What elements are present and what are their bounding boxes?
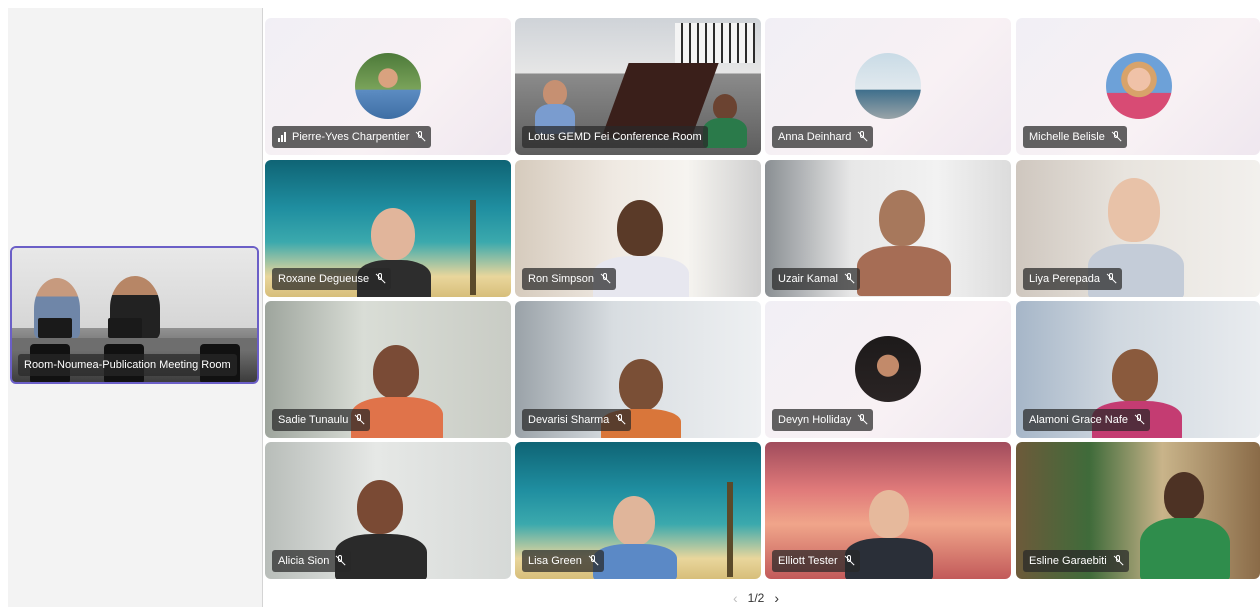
participant-name: Esline Garaebiti [1029,555,1107,567]
participant-name-label: Michelle Belisle [1023,126,1127,148]
participant-tile[interactable]: Pierre-Yves Charpentier [265,18,511,155]
participant-tile[interactable]: Sadie Tunaulu [265,301,511,438]
participant-figure [879,190,925,246]
mic-off-icon [600,273,610,285]
participant-name-label: Ron Simpson [522,268,617,290]
mic-off-icon [375,273,385,285]
avatar [1106,53,1172,119]
wall-posters [675,23,755,63]
participant-name-label: Lotus GEMD Fei Conference Room [522,126,708,148]
laptop [38,318,72,338]
participant-tile[interactable]: Uzair Kamal [765,160,1011,297]
participant-name-label: Pierre-Yves Charpentier [272,126,432,148]
participant-name: Michelle Belisle [1029,131,1105,143]
participant-tile[interactable]: Devyn Holliday [765,301,1011,438]
mic-off-icon [1113,555,1123,567]
palm-tree [727,482,733,577]
participant-name-label: Alicia Sion [272,550,352,572]
participant-tile[interactable]: Elliott Tester [765,442,1011,579]
mic-off-icon [335,555,345,567]
participant-tile[interactable]: Liya Perepada [1016,160,1260,297]
participant-tile[interactable]: Anna Deinhard [765,18,1011,155]
participant-name-label: Devyn Holliday [772,409,874,431]
participant-figure [617,200,663,256]
participant-name: Lotus GEMD Fei Conference Room [528,131,702,143]
chevron-right-icon[interactable]: › [774,590,779,606]
participant-tile[interactable]: Ron Simpson [515,160,761,297]
participant-name-label: Liya Perepada [1023,268,1122,290]
mic-off-icon [844,555,854,567]
signal-bars-icon [278,132,286,142]
participant-name-label: Roxane Degueuse [272,268,392,290]
participant-figure [613,496,655,546]
participant-figure [713,94,737,120]
participant-figure [1164,472,1204,520]
avatar [855,336,921,402]
participant-name-label: Alamoni Grace Nafe [1023,409,1151,431]
participant-figure [703,118,747,148]
participant-name-label: Lisa Green [522,550,604,572]
participant-name: Sadie Tunaulu [278,414,349,426]
participant-figure [543,80,567,106]
participant-name: Anna Deinhard [778,131,852,143]
participant-name: Roxane Degueuse [278,273,370,285]
participant-name-label: Elliott Tester [772,550,860,572]
spotlight-name: Room-Noumea-Publication Meeting Room [24,359,231,371]
participant-figure [869,490,909,538]
participant-name: Lisa Green [528,555,582,567]
mic-off-icon [857,131,867,143]
chevron-left-icon[interactable]: ‹ [733,590,738,606]
spotlight-video-tile[interactable]: Room-Noumea-Publication Meeting Room [10,246,259,384]
participant-figure [1140,518,1230,579]
pagination: ‹ 1/2 › [733,588,779,608]
participant-figure [619,359,663,411]
participant-tile[interactable]: Devarisi Sharma [515,301,761,438]
participant-tile[interactable]: Alicia Sion [265,442,511,579]
participant-name: Devyn Holliday [778,414,852,426]
participant-tile[interactable]: Alamoni Grace Nafe [1016,301,1260,438]
participant-name: Liya Perepada [1029,273,1100,285]
participant-tile[interactable]: Lotus GEMD Fei Conference Room [515,18,761,155]
participant-tile[interactable]: Lisa Green [515,442,761,579]
participant-tile[interactable]: Michelle Belisle [1016,18,1260,155]
participant-name: Pierre-Yves Charpentier [292,131,410,143]
participant-tile[interactable]: Esline Garaebiti [1016,442,1260,579]
mic-off-icon [415,131,425,143]
avatar [855,53,921,119]
mic-off-icon [354,414,364,426]
participant-figure [857,246,951,296]
participant-name-label: Devarisi Sharma [522,409,632,431]
participant-tile[interactable]: Roxane Degueuse [265,160,511,297]
mic-off-icon [1134,414,1144,426]
participant-name: Ron Simpson [528,273,595,285]
participant-name: Alicia Sion [278,555,330,567]
participant-name: Uzair Kamal [778,273,838,285]
palm-tree [470,200,476,295]
mic-off-icon [1106,273,1116,285]
spotlight-name-label: Room-Noumea-Publication Meeting Room [18,354,237,376]
mic-off-icon [1111,131,1121,143]
participant-name-label: Uzair Kamal [772,268,860,290]
participant-name-label: Sadie Tunaulu [272,409,371,431]
participant-figure [373,345,419,399]
participant-figure [1108,178,1160,242]
laptop [108,318,142,338]
participant-name: Alamoni Grace Nafe [1029,414,1129,426]
participant-figure [593,544,677,579]
participant-figure [1112,349,1158,403]
mic-off-icon [588,555,598,567]
pane-divider [262,8,263,607]
participant-name-label: Esline Garaebiti [1023,550,1129,572]
mic-off-icon [615,414,625,426]
mic-off-icon [844,273,854,285]
participant-figure [357,480,403,534]
mic-off-icon [857,414,867,426]
participant-figure [371,208,415,260]
page-indicator: 1/2 [747,591,765,605]
participant-name-label: Anna Deinhard [772,126,874,148]
participant-name: Elliott Tester [778,555,838,567]
avatar [355,53,421,119]
participant-name: Devarisi Sharma [528,414,610,426]
